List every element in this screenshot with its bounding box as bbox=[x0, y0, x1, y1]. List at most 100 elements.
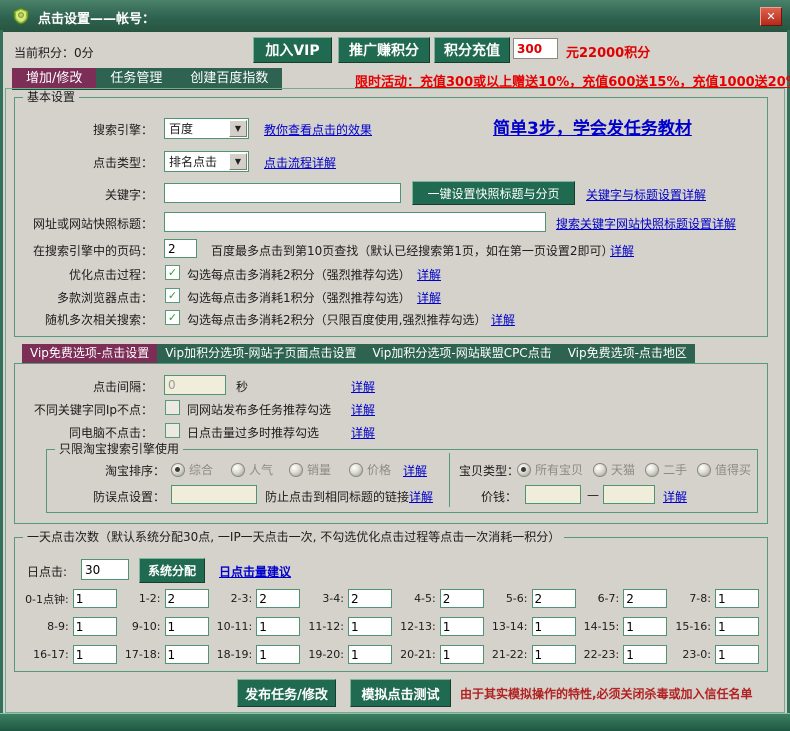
hour-input[interactable] bbox=[440, 589, 484, 608]
url-snapshot-link[interactable]: 搜索关键字网站快照标题设置详解 bbox=[556, 215, 736, 232]
radio-type-all[interactable]: 所有宝贝 bbox=[517, 461, 583, 478]
hour-input[interactable] bbox=[256, 617, 300, 636]
hour-input[interactable] bbox=[532, 589, 576, 608]
tab-baidu-index[interactable]: 创建百度指数 bbox=[176, 68, 282, 89]
hour-input[interactable] bbox=[440, 645, 484, 664]
system-assign-button[interactable]: 系统分配 bbox=[139, 558, 205, 583]
hour-input[interactable] bbox=[256, 589, 300, 608]
radio-label: 价格 bbox=[367, 461, 391, 478]
browsers-detail-link[interactable]: 详解 bbox=[417, 289, 441, 306]
vip-tab-cpc-click[interactable]: Vip加积分选项-网站联盟CPC点击 bbox=[364, 344, 559, 363]
keyword-input[interactable] bbox=[164, 183, 401, 203]
same-pc-detail-link[interactable]: 详解 bbox=[351, 424, 375, 441]
hour-cell: 13-14: bbox=[484, 617, 576, 636]
page-number-input[interactable] bbox=[164, 239, 197, 258]
click-flow-link[interactable]: 点击流程详解 bbox=[264, 154, 336, 171]
recharge-amount-input[interactable] bbox=[513, 38, 558, 59]
hour-cell: 15-16: bbox=[667, 617, 759, 636]
check-icon: ✓ bbox=[168, 267, 177, 278]
hour-input[interactable] bbox=[348, 589, 392, 608]
hour-input[interactable] bbox=[532, 645, 576, 664]
diff-keyword-detail-link[interactable]: 详解 bbox=[351, 401, 375, 418]
hour-input[interactable] bbox=[73, 589, 117, 608]
hour-label: 20-21: bbox=[400, 648, 436, 661]
publish-task-button[interactable]: 发布任务/修改 bbox=[237, 679, 336, 707]
hour-input[interactable] bbox=[165, 617, 209, 636]
hour-input[interactable] bbox=[440, 617, 484, 636]
hour-cell: 11-12: bbox=[300, 617, 392, 636]
hour-input[interactable] bbox=[623, 617, 667, 636]
radio-sort-composite[interactable]: 综合 bbox=[171, 461, 213, 478]
interval-input[interactable] bbox=[164, 375, 226, 395]
sort-detail-link[interactable]: 详解 bbox=[403, 462, 427, 479]
interval-detail-link[interactable]: 详解 bbox=[351, 378, 375, 395]
price-detail-link[interactable]: 详解 bbox=[663, 488, 687, 505]
hour-input[interactable] bbox=[348, 645, 392, 664]
hour-input[interactable] bbox=[165, 645, 209, 664]
hour-label: 14-15: bbox=[584, 620, 620, 633]
tab-task-manage[interactable]: 任务管理 bbox=[96, 68, 176, 89]
radio-sort-sales[interactable]: 销量 bbox=[289, 461, 331, 478]
close-icon[interactable]: ✕ bbox=[760, 7, 782, 26]
radio-icon bbox=[289, 463, 303, 477]
radio-type-tmall[interactable]: 天猫 bbox=[593, 461, 635, 478]
view-effect-link[interactable]: 教你查看点击的效果 bbox=[264, 121, 372, 138]
vip-tab-click-region[interactable]: Vip免费选项-点击地区 bbox=[560, 344, 695, 363]
hour-input[interactable] bbox=[715, 589, 759, 608]
chevron-down-icon[interactable]: ▼ bbox=[229, 120, 247, 137]
hour-cell: 16-17: bbox=[25, 645, 117, 664]
url-input[interactable] bbox=[164, 212, 546, 232]
hour-label: 16-17: bbox=[33, 648, 69, 661]
check-icon: ✓ bbox=[168, 290, 177, 301]
recharge-button[interactable]: 积分充值 bbox=[434, 37, 510, 63]
tab-add-modify[interactable]: 增加/修改 bbox=[12, 68, 96, 89]
hour-input[interactable] bbox=[73, 617, 117, 636]
search-engine-select[interactable]: 百度 ▼ bbox=[164, 118, 249, 139]
related-search-checkbox[interactable]: ✓ bbox=[165, 310, 180, 325]
same-pc-checkbox[interactable] bbox=[165, 423, 180, 438]
hour-input[interactable] bbox=[165, 589, 209, 608]
related-detail-link[interactable]: 详解 bbox=[491, 311, 515, 328]
hour-input[interactable] bbox=[73, 645, 117, 664]
hour-input[interactable] bbox=[715, 645, 759, 664]
hour-input[interactable] bbox=[715, 617, 759, 636]
hour-input[interactable] bbox=[348, 617, 392, 636]
chevron-down-icon[interactable]: ▼ bbox=[229, 153, 247, 170]
hour-input[interactable] bbox=[532, 617, 576, 636]
vip-tab-click-settings[interactable]: Vip免费选项-点击设置 bbox=[22, 344, 157, 363]
simulate-click-button[interactable]: 模拟点击测试 bbox=[350, 679, 451, 707]
radio-type-worthbuy[interactable]: 值得买 bbox=[697, 461, 751, 478]
search-engine-value: 百度 bbox=[165, 120, 228, 137]
price-to-input[interactable] bbox=[603, 485, 655, 504]
arrow-glyph: ▼ bbox=[235, 157, 241, 166]
hour-label: 18-19: bbox=[217, 648, 253, 661]
hour-label: 8-9: bbox=[47, 620, 69, 633]
optimize-detail-link[interactable]: 详解 bbox=[417, 266, 441, 283]
click-type-select[interactable]: 排名点击 ▼ bbox=[164, 151, 249, 172]
daily-click-input[interactable] bbox=[81, 559, 129, 580]
join-vip-button[interactable]: 加入VIP bbox=[253, 37, 332, 63]
misclick-input[interactable] bbox=[171, 485, 257, 504]
hour-input[interactable] bbox=[256, 645, 300, 664]
earn-points-button[interactable]: 推广赚积分 bbox=[338, 37, 430, 63]
radio-sort-popularity[interactable]: 人气 bbox=[231, 461, 273, 478]
check-icon: ✓ bbox=[168, 312, 177, 323]
optimize-checkbox[interactable]: ✓ bbox=[165, 265, 180, 280]
hour-input[interactable] bbox=[623, 589, 667, 608]
vip-tab-subpage-click[interactable]: Vip加积分选项-网站子页面点击设置 bbox=[157, 344, 364, 363]
recharge-note: 元22000积分 bbox=[566, 42, 650, 61]
vip-tab-strip: Vip免费选项-点击设置 Vip加积分选项-网站子页面点击设置 Vip加积分选项… bbox=[22, 344, 695, 363]
daily-click-label: 日点击: bbox=[27, 563, 67, 580]
radio-type-secondhand[interactable]: 二手 bbox=[645, 461, 687, 478]
diff-keyword-checkbox[interactable] bbox=[165, 400, 180, 415]
hour-input[interactable] bbox=[623, 645, 667, 664]
daily-advice-link[interactable]: 日点击量建议 bbox=[219, 563, 291, 580]
snapshot-setup-button[interactable]: 一键设置快照标题与分页 bbox=[412, 181, 575, 205]
tutorial-link[interactable]: 简单3步，学会发任务教材 bbox=[493, 114, 692, 139]
page-detail-link[interactable]: 详解 bbox=[610, 242, 634, 259]
misclick-detail-link[interactable]: 详解 bbox=[409, 488, 433, 505]
browsers-checkbox[interactable]: ✓ bbox=[165, 288, 180, 303]
keyword-title-link[interactable]: 关键字与标题设置详解 bbox=[586, 186, 706, 203]
radio-sort-price[interactable]: 价格 bbox=[349, 461, 391, 478]
price-from-input[interactable] bbox=[525, 485, 581, 504]
